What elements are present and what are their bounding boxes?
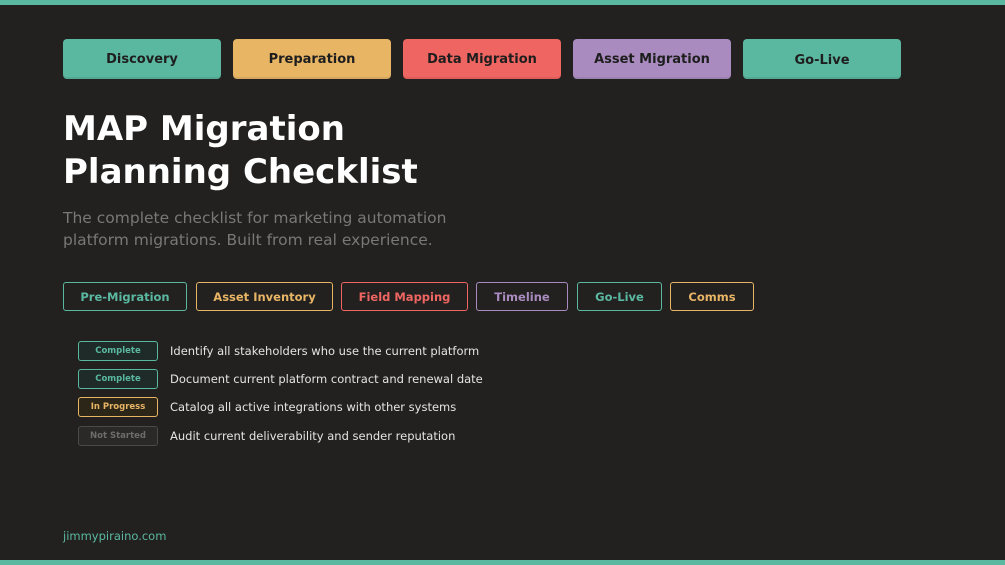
tab-pre-migration[interactable]: Pre-Migration	[63, 282, 187, 311]
bottom-accent-bar	[0, 560, 1005, 565]
checklist-item: Complete Identify all stakeholders who u…	[78, 341, 483, 361]
checklist-item-text: Catalog all active integrations with oth…	[170, 400, 457, 415]
tab-field-mapping[interactable]: Field Mapping	[341, 282, 468, 311]
phase-asset-migration-button[interactable]: Asset Migration	[573, 39, 731, 79]
phase-nav: Discovery Preparation Data Migration Ass…	[63, 39, 901, 79]
section-tabs: Pre-Migration Asset Inventory Field Mapp…	[63, 282, 754, 311]
checklist: Complete Identify all stakeholders who u…	[78, 341, 483, 454]
tab-asset-inventory[interactable]: Asset Inventory	[196, 282, 333, 311]
phase-go-live-button[interactable]: Go-Live	[743, 39, 901, 79]
top-accent-bar	[0, 0, 1005, 5]
phase-data-migration-button[interactable]: Data Migration	[403, 39, 561, 79]
page-subtitle: The complete checklist for marketing aut…	[63, 207, 483, 251]
status-badge[interactable]: In Progress	[78, 397, 158, 418]
checklist-item-text: Identify all stakeholders who use the cu…	[170, 344, 480, 358]
status-badge[interactable]: Complete	[78, 369, 158, 390]
page-title-line1: MAP Migration	[63, 109, 345, 149]
checklist-item: Complete Document current platform contr…	[78, 369, 483, 390]
checklist-item-text: Document current platform contract and r…	[170, 372, 483, 387]
subtitle-line2: platform migrations. Built from real exp…	[63, 231, 433, 249]
page-title-line2: Planning Checklist	[63, 152, 418, 192]
phase-preparation-button[interactable]: Preparation	[233, 39, 391, 79]
tab-go-live[interactable]: Go-Live	[577, 282, 662, 311]
checklist-item: Not Started Audit current deliverability…	[78, 425, 483, 446]
tab-timeline[interactable]: Timeline	[476, 282, 568, 311]
subtitle-line1: The complete checklist for marketing aut…	[63, 209, 447, 227]
tab-comms[interactable]: Comms	[670, 282, 754, 311]
status-badge[interactable]: Complete	[78, 341, 158, 361]
footer-link[interactable]: jimmypiraino.com	[63, 529, 166, 543]
page-title: MAP Migration Planning Checklist	[63, 108, 583, 194]
checklist-item: In Progress Catalog all active integrati…	[78, 397, 483, 418]
checklist-item-text: Audit current deliverability and sender …	[170, 428, 456, 443]
status-badge[interactable]: Not Started	[78, 425, 158, 446]
phase-discovery-button[interactable]: Discovery	[63, 39, 221, 79]
